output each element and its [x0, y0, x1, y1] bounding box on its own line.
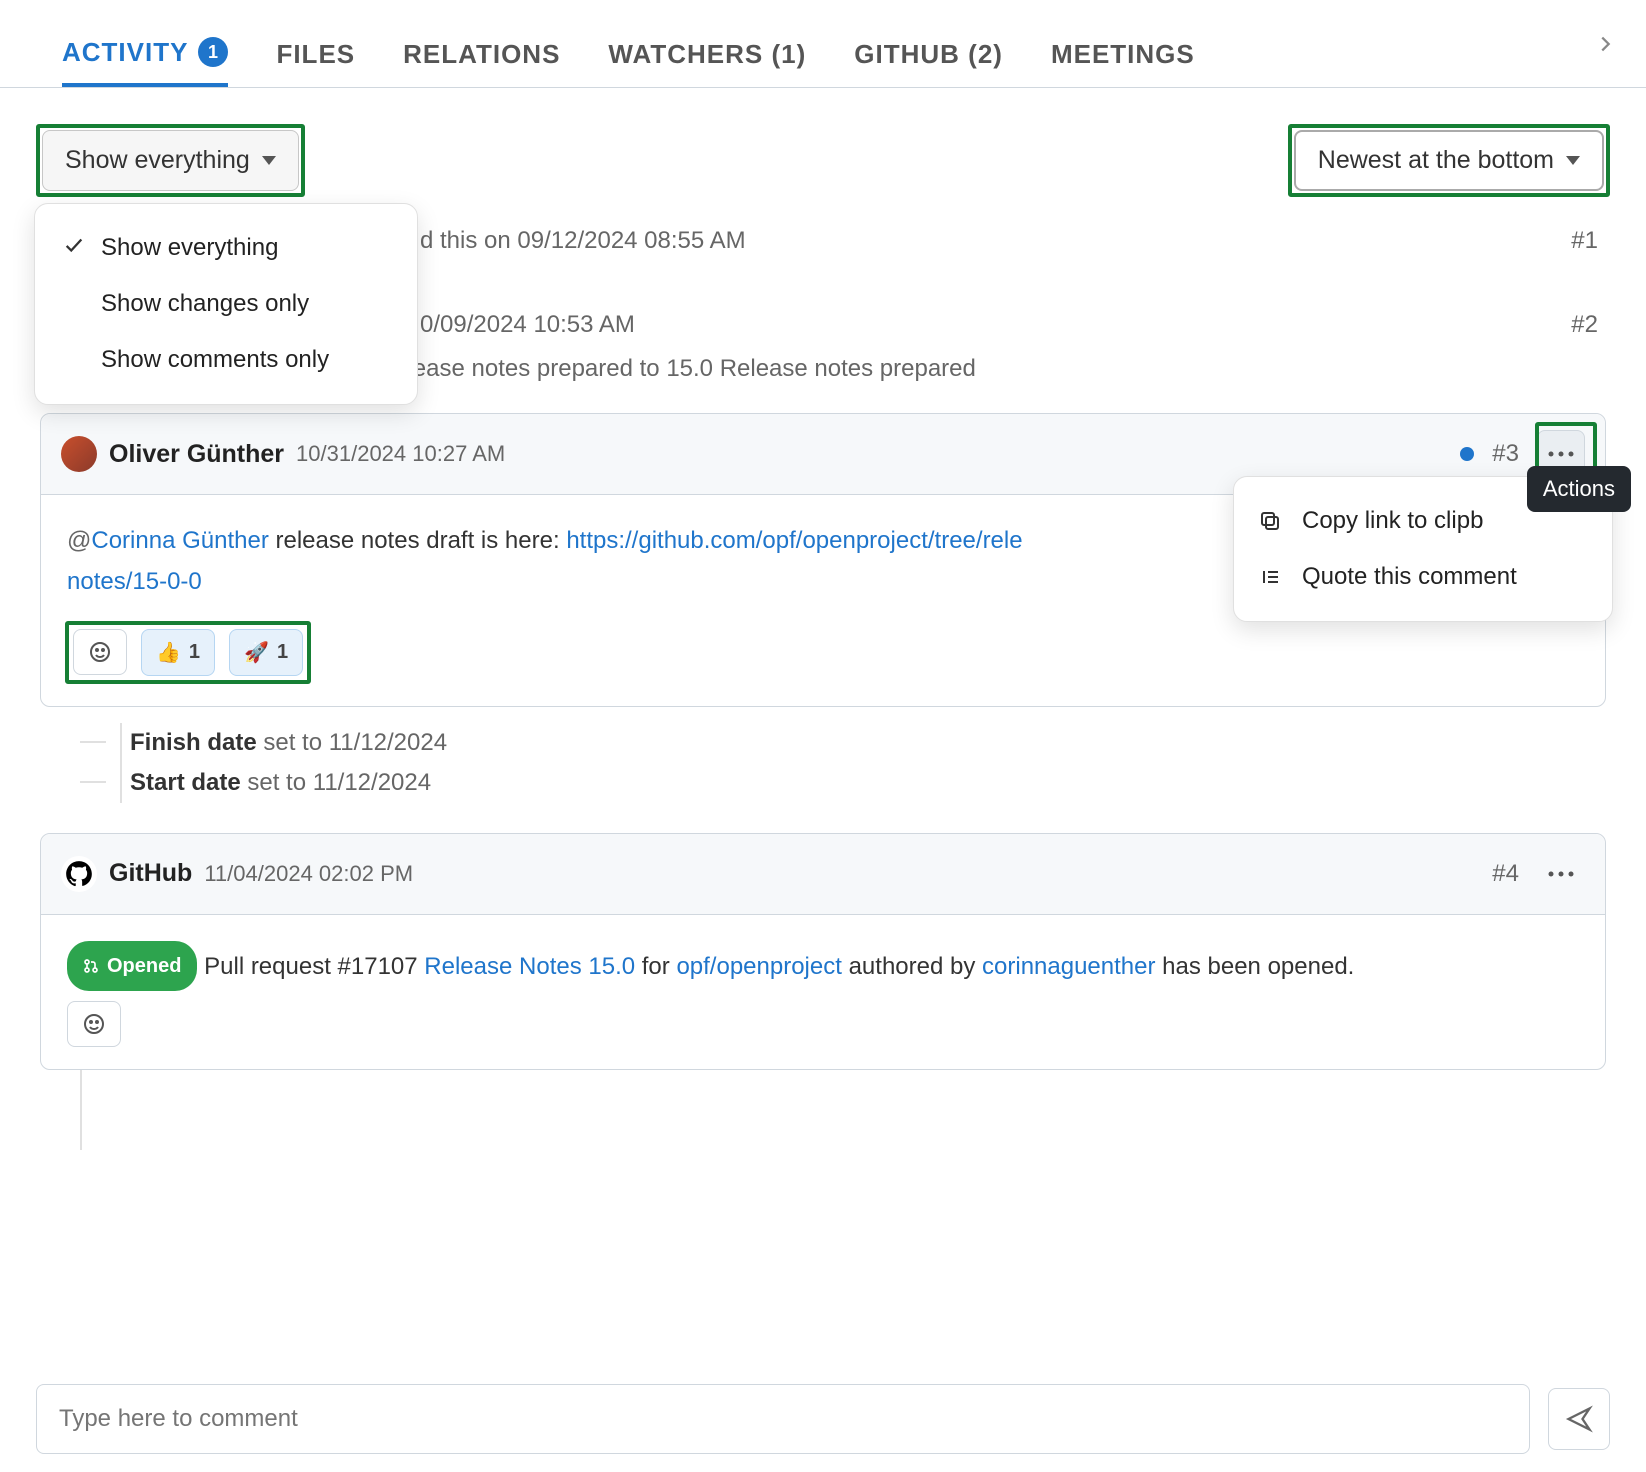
pr-link[interactable]: Release Notes 15.0 — [424, 953, 635, 980]
send-button[interactable] — [1548, 1388, 1610, 1450]
change-start-date: Start date set to 11/12/2024 — [80, 763, 1606, 803]
tab-activity-badge: 1 — [198, 37, 228, 67]
change-field: Finish date — [130, 729, 257, 756]
repo-link[interactable]: opf/openproject — [676, 953, 841, 980]
avatar — [61, 436, 97, 472]
annotation-sort: Newest at the bottom — [1288, 124, 1610, 197]
tabs-bar: ACTIVITY 1 FILES RELATIONS WATCHERS (1) … — [0, 0, 1646, 88]
sort-label: Newest at the bottom — [1318, 146, 1554, 175]
add-reaction-button[interactable] — [73, 629, 127, 675]
github-avatar — [61, 856, 97, 892]
filter-option-everything[interactable]: Show everything — [35, 220, 417, 276]
reaction-thumbs-up[interactable]: 👍 1 — [141, 629, 215, 676]
filter-option-label: Show comments only — [101, 346, 329, 374]
action-quote[interactable]: Quote this comment — [1234, 549, 1612, 605]
compose-row — [36, 1384, 1610, 1454]
comment-time: 10/31/2024 10:27 AM — [296, 441, 505, 467]
tabs-scroll-right-icon[interactable] — [1594, 30, 1616, 62]
tab-files[interactable]: FILES — [276, 10, 355, 87]
actions-tooltip: Actions — [1527, 466, 1631, 512]
caret-down-icon — [1566, 156, 1580, 165]
github-icon — [65, 860, 93, 888]
tab-activity[interactable]: ACTIVITY 1 — [62, 10, 228, 87]
smiley-icon — [88, 640, 112, 664]
comment-3: Oliver Günther 10/31/2024 10:27 AM #3 Ac… — [40, 413, 1606, 707]
comment-body: Opened Pull request #17107 Release Notes… — [41, 915, 1605, 1001]
sort-dropdown-button[interactable]: Newest at the bottom — [1294, 130, 1604, 191]
comment-actions-button[interactable] — [1537, 850, 1585, 898]
tab-meetings[interactable]: MEETINGS — [1051, 10, 1195, 87]
add-reaction-button[interactable] — [67, 1001, 121, 1047]
comment-author: GitHub — [109, 859, 192, 888]
comment-number: #3 — [1492, 440, 1519, 468]
git-pull-request-icon — [83, 958, 99, 974]
tab-activity-label: ACTIVITY — [62, 39, 188, 65]
url-link-line2[interactable]: notes/15-0-0 — [67, 568, 202, 595]
filter-dropdown-menu: Show everything Show changes only Show c… — [34, 203, 418, 405]
copy-icon — [1258, 509, 1282, 533]
pr-opened-badge: Opened — [67, 941, 197, 991]
comment-4-header: GitHub 11/04/2024 02:02 PM #4 — [41, 834, 1605, 915]
entry1-meta: d this on 09/12/2024 08:55 AM — [420, 227, 746, 255]
filter-option-comments[interactable]: Show comments only — [35, 332, 417, 388]
tab-github[interactable]: GITHUB (2) — [854, 10, 1003, 87]
filter-option-label: Show everything — [101, 234, 278, 262]
check-icon — [63, 234, 87, 262]
reaction-emoji: 👍 — [156, 640, 181, 665]
filter-label: Show everything — [65, 146, 250, 175]
comment-3-header: Oliver Günther 10/31/2024 10:27 AM #3 Ac… — [41, 414, 1605, 495]
filter-dropdown-button[interactable]: Show everything — [42, 130, 299, 191]
annotation-filter: Show everything — [36, 124, 305, 197]
comment-author: Oliver Günther — [109, 440, 284, 469]
at-symbol: @ — [67, 527, 91, 554]
mention-user[interactable]: Corinna Günther — [91, 527, 268, 554]
smiley-icon — [82, 1012, 106, 1036]
reactions-group: 👍 1 🚀 1 — [65, 621, 311, 684]
action-label: Quote this comment — [1302, 563, 1517, 591]
tab-watchers[interactable]: WATCHERS (1) — [608, 10, 806, 87]
entry2-time: 0/09/2024 10:53 AM — [420, 311, 635, 339]
change-finish-date: Finish date set to 11/12/2024 — [80, 723, 1606, 763]
entry2-number: #2 — [1571, 311, 1598, 339]
reaction-emoji: 🚀 — [244, 640, 269, 665]
filter-row: Show everything Newest at the bottom — [0, 88, 1646, 197]
entry1-number: #1 — [1571, 227, 1598, 255]
reaction-rocket[interactable]: 🚀 1 — [229, 629, 303, 676]
filter-option-changes[interactable]: Show changes only — [35, 276, 417, 332]
send-icon — [1565, 1405, 1593, 1433]
action-label: Copy link to clipb — [1302, 507, 1483, 535]
quote-icon — [1258, 565, 1282, 589]
filter-option-label: Show changes only — [101, 290, 309, 318]
unread-dot-icon — [1460, 447, 1474, 461]
comment-time: 11/04/2024 02:02 PM — [204, 861, 413, 887]
reaction-count: 1 — [277, 641, 288, 664]
caret-down-icon — [262, 156, 276, 165]
author-link[interactable]: corinnaguenther — [982, 953, 1155, 980]
change-field: Start date — [130, 769, 241, 796]
comment-input[interactable] — [36, 1384, 1530, 1454]
comment-4: GitHub 11/04/2024 02:02 PM #4 Opened Pul… — [40, 833, 1606, 1070]
url-link[interactable]: https://github.com/opf/openproject/tree/… — [566, 527, 1022, 554]
reaction-count: 1 — [189, 641, 200, 664]
tab-relations[interactable]: RELATIONS — [403, 10, 560, 87]
comment-number: #4 — [1492, 860, 1519, 888]
